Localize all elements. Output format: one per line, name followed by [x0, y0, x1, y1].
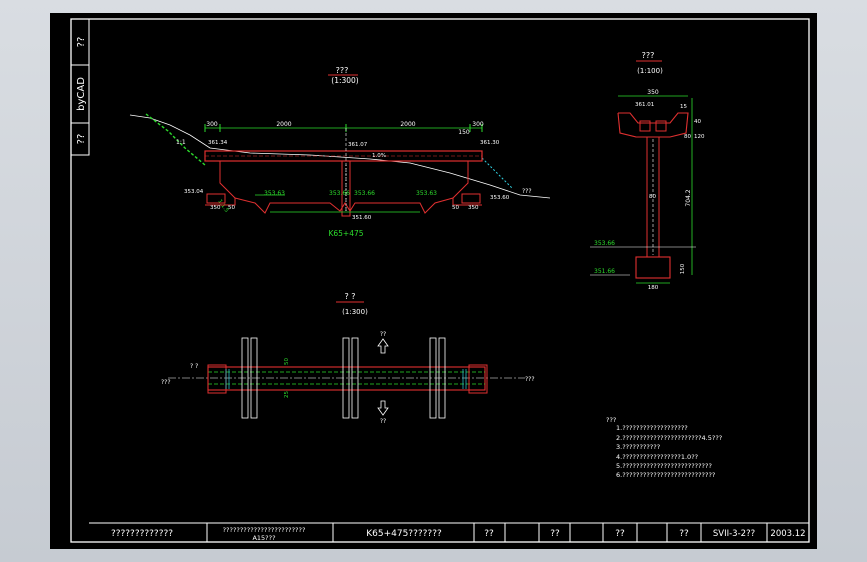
- elevation-view: ??? (1:300) 300 2000 2000 300 150 361.34…: [129, 66, 551, 238]
- tb-drawing-no: SVII-3-2??: [713, 529, 755, 539]
- dim-top-4: 300: [472, 121, 484, 128]
- notes-heading: ???: [606, 416, 616, 424]
- pier-width: 80: [649, 194, 656, 200]
- footing-height: 150: [680, 263, 686, 274]
- station-label: K65+475: [328, 229, 363, 238]
- mid-elev: 361.07: [348, 142, 368, 148]
- ground-left: 353.04: [184, 189, 204, 195]
- plan-dim-2: 25: [284, 391, 290, 398]
- ground-right: 353.60: [490, 195, 510, 201]
- note-5: 5.??????????????????????????: [616, 462, 712, 470]
- drawing-sheet: ?? byCAD ?? ??? (1:300) 300 2000 2000 30…: [50, 13, 817, 549]
- tb-drawing-name: ????????????????????????: [223, 526, 306, 534]
- tb-cell-check: ??: [550, 529, 560, 539]
- slope-ratio-left: 1:1: [176, 139, 186, 146]
- plan-left-label-1: ? ?: [190, 363, 198, 370]
- cad-drawing: ?? byCAD ?? ??? (1:300) 300 2000 2000 30…: [70, 18, 810, 543]
- left-abut-elev: 361.34: [208, 140, 228, 146]
- plan-mark-bottom: ??: [380, 418, 386, 425]
- section-ground: 353.66: [594, 240, 615, 247]
- plan-view: ? ? (1:300) ?? ?? ? ? ??? ??? 50 25: [161, 292, 535, 425]
- plan-title: ? ?: [344, 292, 355, 301]
- side-strip-bottom: ??: [76, 134, 87, 145]
- right-abut-elev: 361.30: [480, 140, 500, 146]
- dim-150: 150: [458, 129, 470, 136]
- plan-scale: (1:300): [342, 308, 368, 316]
- notes: ??? 1.??????????????????? 2.????????????…: [606, 416, 722, 479]
- section-side-dim-3: 80: [684, 134, 691, 140]
- pier-elev-1: 353.63: [264, 190, 285, 197]
- section-width: 350: [647, 89, 659, 96]
- cross-section-view: ??? (1:100) 350 361.01 15 40 80 120 704.…: [590, 51, 705, 291]
- tb-project: ?????????????: [111, 529, 173, 539]
- note-4: 4.?????????????????1.0??: [616, 453, 698, 461]
- tb-date: 2003.12: [770, 529, 805, 539]
- note-3: 3.???????????: [616, 443, 660, 451]
- dim-top-1: 300: [206, 121, 218, 128]
- elevation-scale: (1:300): [331, 76, 359, 85]
- section-side-dim-1: 15: [680, 104, 687, 110]
- left-dim-1: 350: [210, 205, 221, 211]
- note-1: 1.???????????????????: [616, 424, 688, 432]
- tb-cell-design: ??: [484, 529, 494, 539]
- side-strip-top: ??: [76, 37, 87, 48]
- dim-top-2: 2000: [276, 121, 291, 128]
- section-deck-elev: 361.01: [635, 102, 654, 108]
- plan-dim-1: 50: [284, 358, 290, 365]
- bottom-elev: 351.60: [352, 215, 372, 221]
- section-title: ???: [642, 51, 655, 60]
- right-dim-1: 50: [452, 205, 459, 211]
- section-scale: (1:100): [637, 67, 663, 75]
- section-side-dim-4: 120: [694, 134, 705, 140]
- plan-right-label: ???: [525, 376, 535, 383]
- right-end-label: ???: [522, 188, 532, 195]
- section-side-dim-2: 40: [694, 119, 701, 125]
- elevation-title: ???: [336, 66, 349, 75]
- pier-height: 704.2: [685, 189, 692, 206]
- left-dim-2: 50: [228, 205, 235, 211]
- tb-drawing-sub: A15???: [252, 534, 275, 542]
- note-6: 6.???????????????????????????: [616, 471, 715, 479]
- tb-cell-number: ??: [679, 529, 689, 539]
- plan-left-label-2: ???: [161, 379, 171, 386]
- tb-cell-review: ??: [615, 529, 625, 539]
- tb-station: K65+475???????: [366, 529, 442, 539]
- title-block: ????????????? ???????????????????????? A…: [89, 522, 809, 542]
- pier-elev-3: 353.66: [354, 190, 375, 197]
- note-2: 2.???????????????????????4.5???: [616, 434, 722, 442]
- pier-elev-4: 353.63: [416, 190, 437, 197]
- side-strip-brand: byCAD: [76, 77, 87, 111]
- footing-width: 180: [648, 285, 659, 291]
- dim-top-3: 2000: [400, 121, 415, 128]
- pier-elev-2: 353.66: [329, 190, 350, 197]
- slope-label: 1.0%: [372, 153, 386, 159]
- section-footing-elev: 351.66: [594, 268, 615, 275]
- plan-mark-top: ??: [380, 331, 386, 338]
- right-dim-2: 350: [468, 205, 479, 211]
